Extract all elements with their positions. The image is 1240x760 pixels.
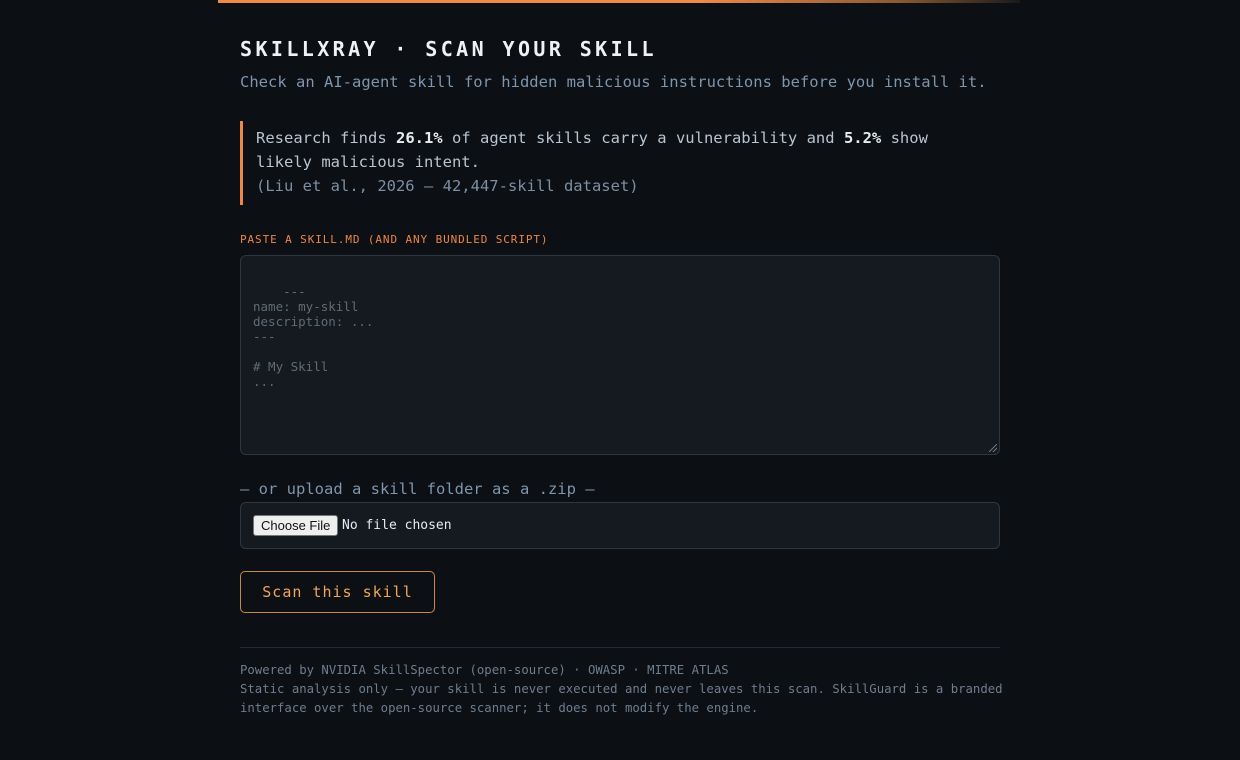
zip-upload-field[interactable]: Choose File No file chosen [240, 502, 1000, 549]
resize-handle-icon[interactable] [989, 444, 997, 452]
callout-text: of agent skills carry a vulnerability an… [442, 129, 844, 147]
upload-label: — or upload a skill folder as a .zip — [240, 480, 595, 498]
callout-citation: (Liu et al., 2026 — 42,447-skill dataset… [256, 177, 639, 195]
footer-divider [240, 647, 1000, 648]
footer-disclaimer: interface over the open-source scanner; … [240, 701, 759, 715]
scan-skill-button[interactable]: Scan this skill [240, 571, 435, 613]
page-subtitle: Check an AI-agent skill for hidden malic… [240, 73, 987, 91]
choose-file-button[interactable]: Choose File [253, 515, 339, 536]
research-callout: Research finds 26.1% of agent skills car… [240, 121, 984, 205]
footer: Powered by NVIDIA SkillSpector (open-sou… [240, 661, 1003, 718]
file-status: No file chosen [342, 518, 452, 533]
page-title: SKILLXRAY · SCAN YOUR SKILL [240, 37, 657, 61]
stat-malicious: 5.2% [843, 129, 882, 147]
skill-textarea[interactable]: --- name: my-skill description: ... --- … [240, 255, 1000, 455]
callout-text: Research finds [256, 129, 396, 147]
stat-vulnerable: 26.1% [395, 129, 443, 147]
skill-input-label: PASTE A SKILL.MD (AND ANY BUNDLED SCRIPT… [240, 233, 549, 246]
skill-textarea-placeholder: --- name: my-skill description: ... --- … [253, 284, 374, 389]
footer-disclaimer: Static analysis only — your skill is nev… [240, 682, 1003, 696]
top-accent-bar [218, 0, 1020, 3]
footer-credits: Powered by NVIDIA SkillSpector (open-sou… [240, 663, 729, 677]
